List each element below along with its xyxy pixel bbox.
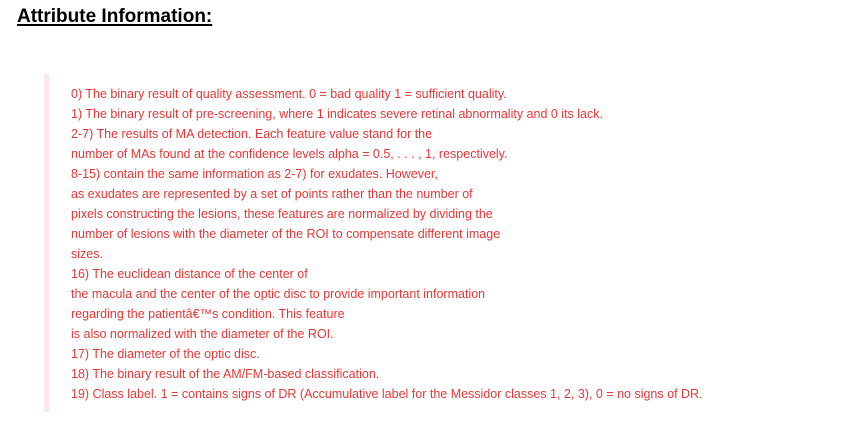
attribute-blockquote: 0) The binary result of quality assessme… bbox=[44, 74, 824, 412]
attribute-list: 0) The binary result of quality assessme… bbox=[71, 84, 703, 404]
attribute-line: 17) The diameter of the optic disc. bbox=[71, 347, 260, 361]
attribute-line: 1) The binary result of pre-screening, w… bbox=[71, 107, 603, 121]
attribute-line: regarding the patientâ€™s condition. Thi… bbox=[71, 307, 345, 321]
attribute-line: number of MAs found at the confidence le… bbox=[71, 147, 508, 161]
attribute-line: 19) Class label. 1 = contains signs of D… bbox=[71, 387, 703, 401]
attribute-line: is also normalized with the diameter of … bbox=[71, 327, 334, 341]
attribute-line: sizes. bbox=[71, 247, 103, 261]
attribute-line: as exudates are represented by a set of … bbox=[71, 187, 473, 201]
attribute-line: number of lesions with the diameter of t… bbox=[71, 227, 501, 241]
attribute-line: the macula and the center of the optic d… bbox=[71, 287, 486, 301]
attribute-line: 18) The binary result of the AM/FM-based… bbox=[71, 367, 380, 381]
section-heading: Attribute Information: bbox=[17, 6, 213, 27]
attribute-line: 16) The euclidean distance of the center… bbox=[71, 267, 308, 281]
attribute-line: 8-15) contain the same information as 2-… bbox=[71, 167, 438, 181]
attribute-line: pixels constructing the lesions, these f… bbox=[71, 207, 493, 221]
attribute-line: 0) The binary result of quality assessme… bbox=[71, 87, 507, 101]
attribute-line: 2-7) The results of MA detection. Each f… bbox=[71, 127, 433, 141]
